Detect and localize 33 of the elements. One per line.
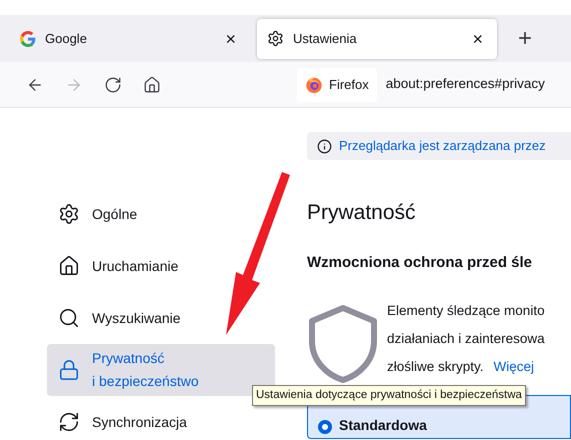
settings-icon xyxy=(267,30,284,47)
sidebar-item[interactable]: Ogólne xyxy=(47,188,275,240)
sidebar-item[interactable]: Uruchamianie xyxy=(47,240,275,292)
search-icon xyxy=(58,307,80,329)
close-tab-button[interactable]: × xyxy=(468,30,487,48)
page-heading: Prywatność xyxy=(307,200,416,226)
radio-button[interactable] xyxy=(318,420,332,434)
home-icon xyxy=(58,255,80,277)
browser-tab[interactable]: Ustawienia × xyxy=(257,18,497,58)
firefox-logo-icon xyxy=(305,76,323,94)
shield-icon xyxy=(307,304,379,382)
settings-icon xyxy=(58,203,80,225)
sidebar-item[interactable]: Wyszukiwanie xyxy=(47,292,275,344)
description-line: Elementy śledzące monito xyxy=(387,302,545,320)
tab-title: Ustawienia xyxy=(293,30,358,48)
home-icon[interactable] xyxy=(143,76,161,94)
tooltip: Ustawienia dotyczące prywatności i bezpieczeństwa xyxy=(252,385,526,406)
close-tab-button[interactable]: × xyxy=(221,30,240,48)
browser-tab[interactable]: Google × xyxy=(10,18,250,58)
info-icon xyxy=(317,138,332,154)
url-text[interactable]: about:preferences#privacy xyxy=(386,74,545,95)
more-link[interactable]: Więcej xyxy=(494,352,534,380)
lock-icon xyxy=(58,359,80,381)
description-line: złośliwe skrypty. xyxy=(387,358,484,376)
tab-title: Google xyxy=(45,30,88,48)
identity-chip[interactable]: Firefox xyxy=(297,68,377,102)
google-logo-icon xyxy=(20,30,36,46)
description-line: działaniach i zainteresowa xyxy=(387,330,545,348)
new-tab-button[interactable]: + xyxy=(518,26,532,50)
notice-text: Przeglądarka jest zarządzana przez xyxy=(339,137,546,156)
sync-icon xyxy=(58,411,80,433)
section-title: Wzmocniona ochrona przed śle xyxy=(307,253,532,273)
reload-icon[interactable] xyxy=(104,76,122,94)
